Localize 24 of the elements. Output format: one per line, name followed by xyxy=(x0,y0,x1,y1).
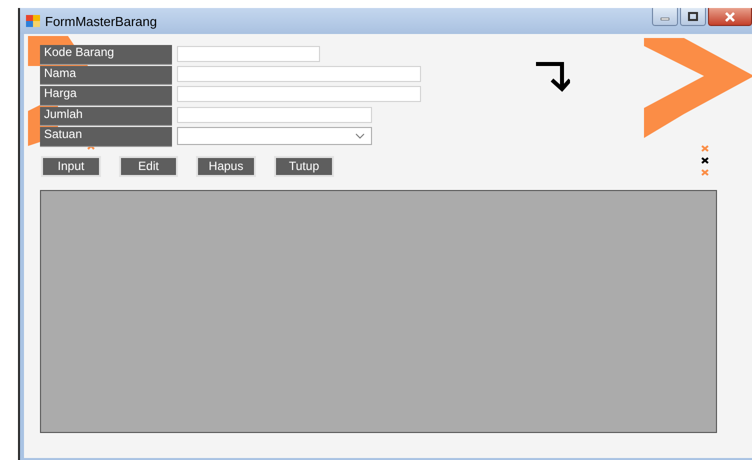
dropdown-field[interactable] xyxy=(177,127,372,145)
data-grid[interactable] xyxy=(40,190,717,432)
input-field[interactable] xyxy=(177,46,320,62)
field-label: Nama xyxy=(40,66,172,85)
field-label: Jumlah xyxy=(40,106,172,126)
action-button[interactable]: Input xyxy=(41,156,101,176)
input-field[interactable] xyxy=(177,66,421,82)
action-button[interactable]: Edit xyxy=(119,156,178,176)
input-field[interactable] xyxy=(177,86,421,102)
field-label: Satuan xyxy=(40,127,172,146)
action-button[interactable]: Hapus xyxy=(196,156,256,176)
cross-marks-drawing xyxy=(700,144,710,176)
field-label: Harga xyxy=(40,86,172,106)
arrow-drawing xyxy=(534,62,570,92)
field-label: Kode Barang xyxy=(40,45,172,64)
input-field[interactable] xyxy=(177,106,372,122)
close-button[interactable] xyxy=(708,8,752,26)
maximize-button[interactable] xyxy=(680,8,706,26)
close-icon xyxy=(724,12,736,22)
maximize-icon xyxy=(688,12,698,22)
chevron-down-icon xyxy=(355,133,365,139)
app-icon xyxy=(26,15,40,27)
action-button[interactable]: Tutup xyxy=(274,156,334,176)
window-title: FormMasterBarang xyxy=(45,14,157,28)
